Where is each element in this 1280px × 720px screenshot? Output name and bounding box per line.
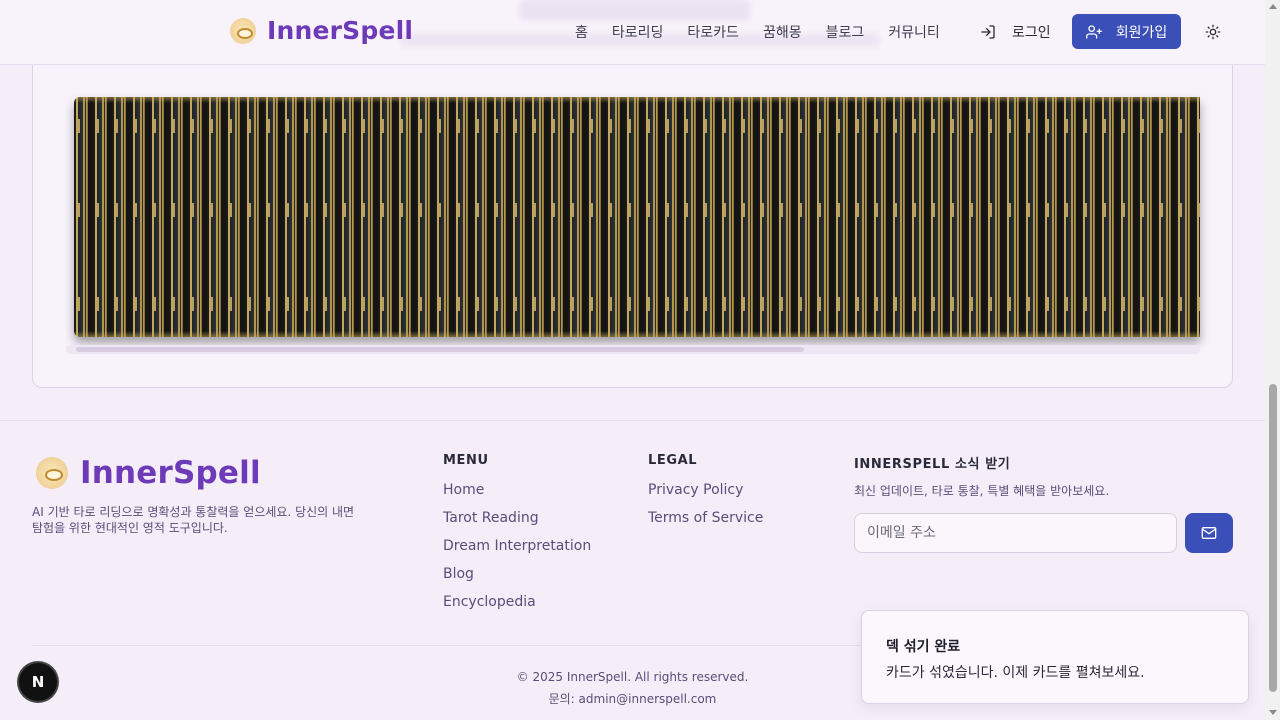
footer-link-home[interactable]: Home	[443, 481, 591, 500]
footer-logo[interactable]: InnerSpell	[36, 455, 261, 491]
footer-link-blog[interactable]: Blog	[443, 565, 591, 584]
log-in-icon	[981, 25, 995, 39]
menu-links: Home Tarot Reading Dream Interpretation …	[443, 481, 591, 612]
scroll-up-arrow-icon[interactable]	[1269, 4, 1277, 9]
eye-logo-icon	[230, 17, 256, 44]
nav-blog[interactable]: 블로그	[826, 22, 865, 42]
login-button[interactable]: 로그인	[980, 22, 1051, 42]
tarot-deck-spread[interactable]	[74, 97, 1200, 337]
nav-home[interactable]: 홈	[575, 22, 588, 42]
footer-divider	[0, 420, 1265, 421]
nextjs-dev-badge[interactable]: N	[19, 663, 57, 701]
user-plus-icon	[1085, 24, 1102, 39]
mail-icon	[1201, 527, 1217, 539]
login-label: 로그인	[1012, 25, 1051, 41]
deck-scroll-thumb[interactable]	[76, 347, 804, 352]
header-logo-text: InnerSpell	[267, 16, 414, 45]
newsletter-email-input[interactable]	[854, 513, 1177, 553]
header-logo[interactable]: InnerSpell	[230, 16, 413, 45]
toast-body: 카드가 섞였습니다. 이제 카드를 펼쳐보세요.	[886, 665, 1145, 681]
nav-tarot-cards[interactable]: 타로카드	[687, 22, 739, 42]
card-crescent-motif-bottom	[74, 297, 1200, 311]
menu-title: MENU	[443, 453, 489, 468]
footer-link-terms[interactable]: Terms of Service	[648, 509, 763, 528]
sun-icon[interactable]	[1205, 24, 1221, 40]
footer-link-tarot-reading[interactable]: Tarot Reading	[443, 509, 591, 528]
blurred-heading-behind-header	[520, 0, 750, 20]
newsletter-submit-button[interactable]	[1185, 513, 1233, 553]
card-center-motif	[74, 203, 1200, 217]
signup-button[interactable]: 회원가입	[1072, 14, 1181, 49]
newsletter-title: INNERSPELL 소식 받기	[854, 457, 1011, 472]
legal-title: LEGAL	[648, 453, 698, 468]
nav-dream[interactable]: 꿈해몽	[763, 22, 802, 42]
site-header: InnerSpell 홈 타로리딩 타로카드 꿈해몽 블로그 커뮤니티 로그인 …	[0, 0, 1265, 65]
toast-notification[interactable]: 덱 섞기 완료 카드가 섞였습니다. 이제 카드를 펼쳐보세요.	[861, 610, 1249, 704]
deck-horizontal-scrollbar[interactable]	[66, 345, 1200, 354]
footer-link-dream[interactable]: Dream Interpretation	[443, 537, 591, 556]
card-crescent-motif-top	[74, 119, 1200, 133]
eye-logo-icon	[36, 457, 68, 489]
signup-label: 회원가입	[1115, 24, 1168, 41]
nav-community[interactable]: 커뮤니티	[888, 22, 940, 42]
scroll-down-arrow-icon[interactable]	[1269, 710, 1277, 715]
page-scroll-thumb[interactable]	[1269, 384, 1277, 692]
toast-title: 덱 섞기 완료	[886, 639, 961, 655]
footer-description: AI 기반 타로 리딩으로 명확성과 통찰력을 얻으세요. 당신의 내면 탐험을…	[32, 505, 355, 535]
newsletter-description: 최신 업데이트, 타로 통찰, 특별 혜택을 받아보세요.	[854, 484, 1110, 498]
nav-tarot-reading[interactable]: 타로리딩	[612, 22, 664, 42]
footer-link-privacy[interactable]: Privacy Policy	[648, 481, 763, 500]
footer-link-encyclopedia[interactable]: Encyclopedia	[443, 593, 591, 612]
legal-links: Privacy Policy Terms of Service	[648, 481, 763, 528]
main-nav: 홈 타로리딩 타로카드 꿈해몽 블로그 커뮤니티	[575, 22, 940, 42]
page-vertical-scrollbar[interactable]	[1265, 0, 1280, 720]
footer-logo-text: InnerSpell	[80, 455, 261, 491]
